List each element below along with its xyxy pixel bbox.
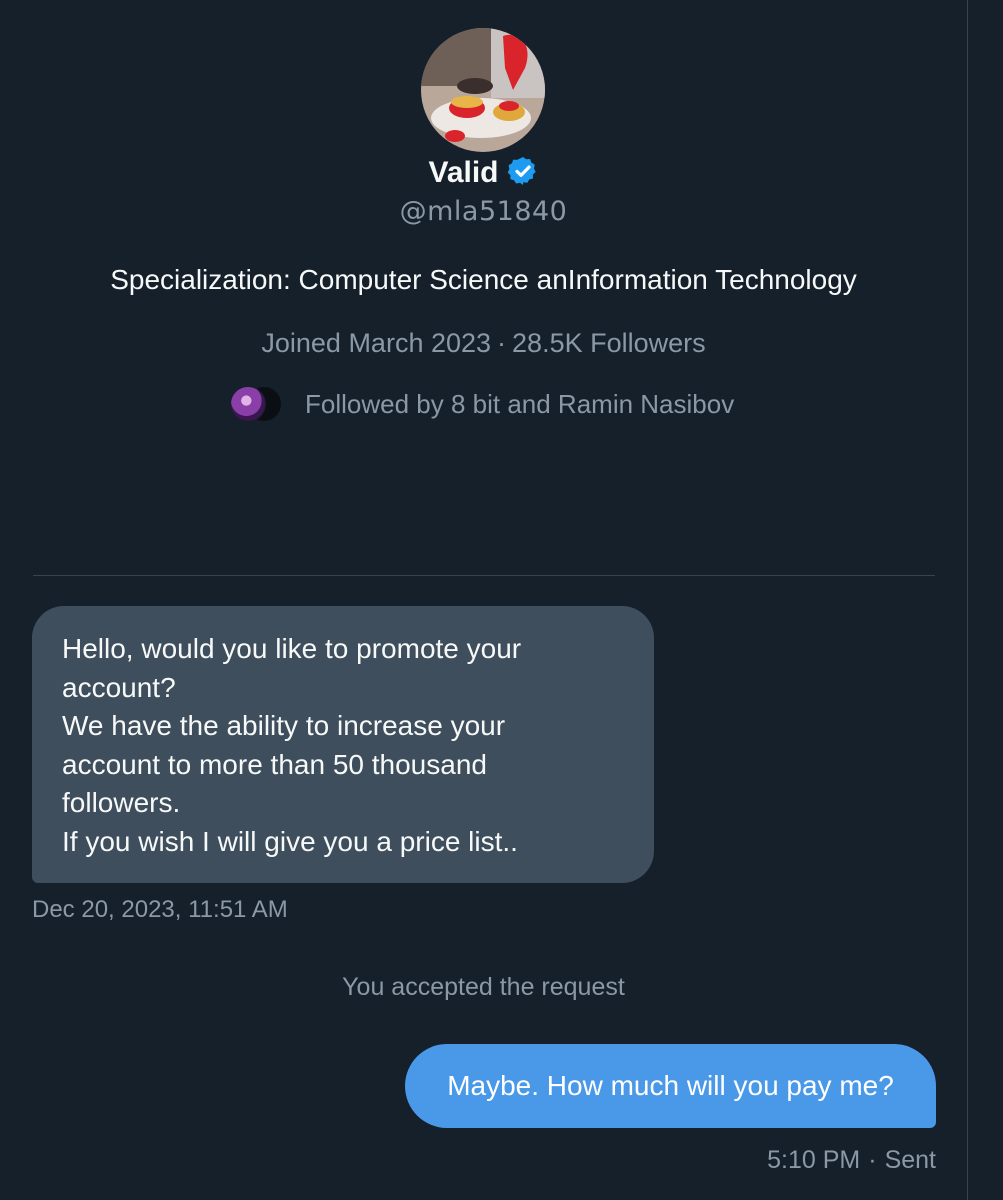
request-accepted-note: You accepted the request [342,973,625,1001]
outgoing-message-time: 5:10 PM [767,1146,861,1174]
verified-badge-icon [507,155,539,187]
incoming-message-timestamp: Dec 20, 2023, 11:51 AM [32,896,288,923]
outgoing-message-status: 5:10 PM · Sent [767,1146,936,1175]
outgoing-message-text: Maybe. How much will you pay me? [447,1070,894,1101]
followed-by-row[interactable]: Followed by 8 bit and Ramin Nasibov [230,384,734,424]
section-divider [33,575,935,576]
panel-border [967,0,968,1200]
joined-date: Joined March 2023 [261,328,492,358]
message-line: If you wish I will give you a price list… [62,825,518,857]
message-line: followers. [62,787,181,818]
profile-handle: @mla51840 [399,196,568,227]
meta-separator: · [497,328,507,358]
profile-avatar[interactable] [421,28,545,152]
follower-avatar [230,386,266,422]
message-line: account to more than 50 thousand [62,748,487,780]
sent-status: Sent [884,1146,936,1174]
status-separator: · [868,1146,877,1174]
incoming-message-bubble[interactable]: Hello, would you like to promote your ac… [32,606,654,883]
profile-display-name[interactable]: Valid [428,156,498,189]
profile-bio: Specialization: Computer Science anInfor… [110,264,857,295]
message-line: Hello, would you like to promote your [62,633,522,664]
followed-by-text: Followed by 8 bit and Ramin Nasibov [305,388,735,419]
profile-display-name-row: Valid [0,152,967,192]
dm-conversation-page: Valid @mla51840 Specialization: Computer… [0,0,1003,1200]
profile-meta: Joined March 2023 · 28.5K Followers [0,328,967,359]
followers-count[interactable]: 28.5K Followers [512,328,706,358]
avatar-image [421,28,545,152]
follower-avatars [230,386,282,422]
message-line: account? [62,671,176,703]
message-line: We have the ability to increase your [62,710,506,741]
outgoing-message-bubble[interactable]: Maybe. How much will you pay me? [405,1044,936,1128]
